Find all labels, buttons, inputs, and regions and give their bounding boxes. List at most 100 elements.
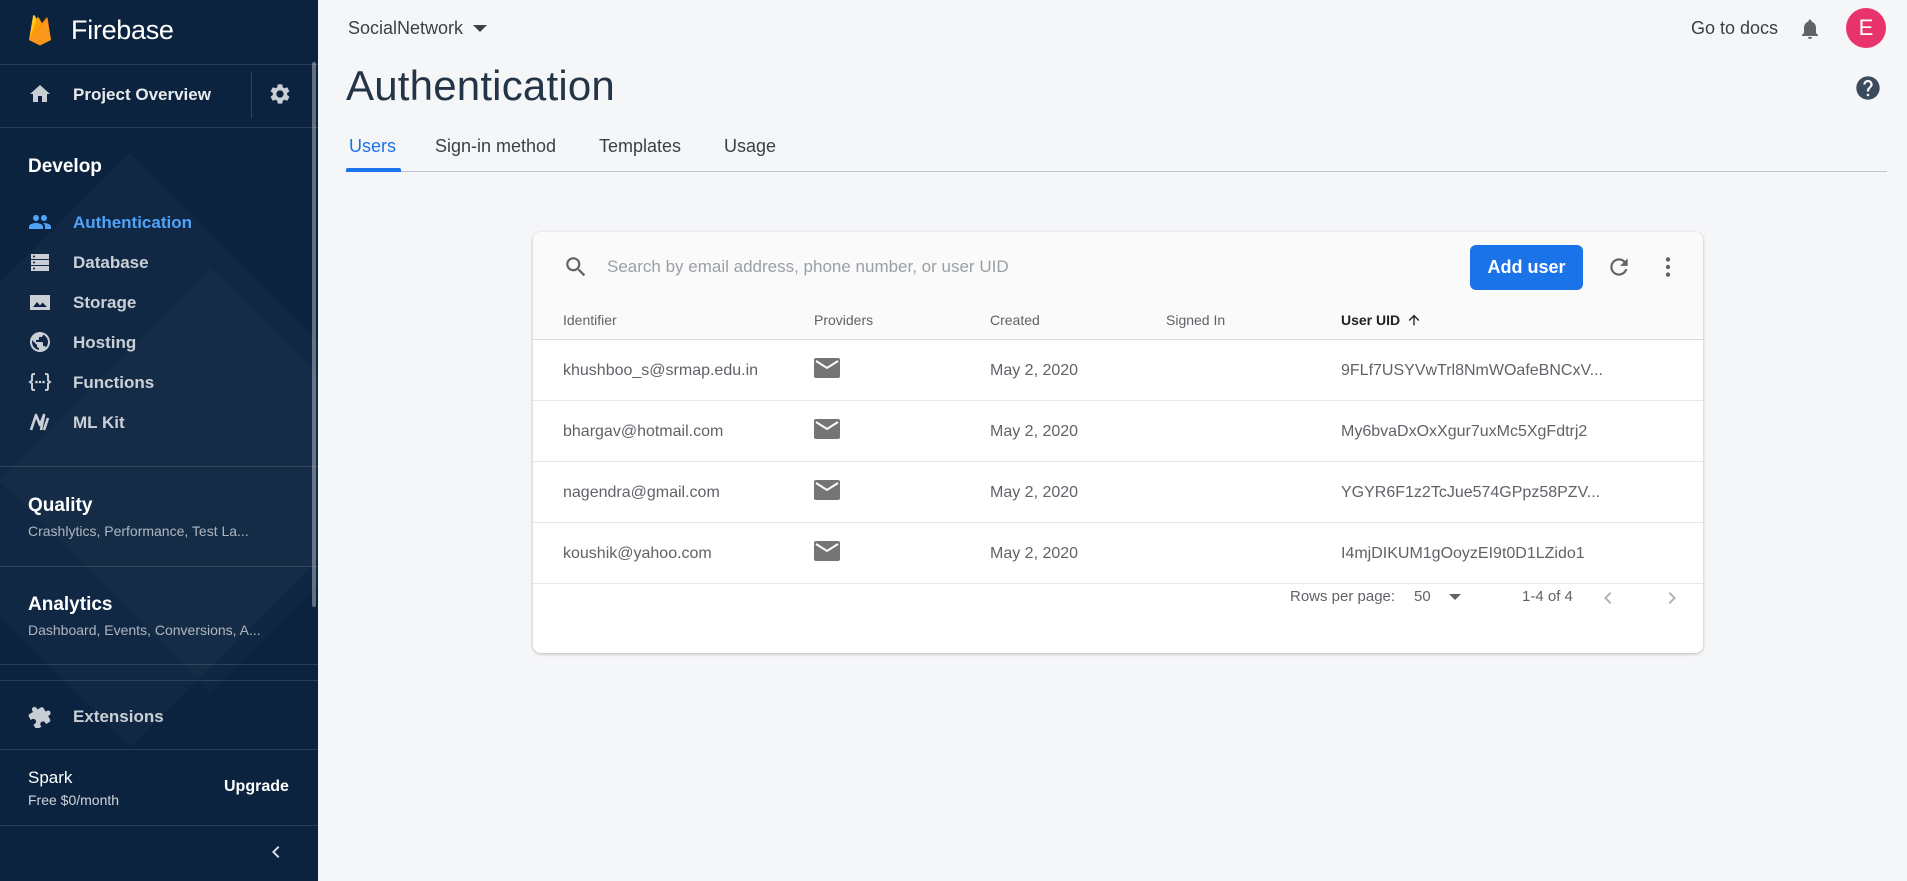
column-header-user-uid[interactable]: User UID — [1341, 312, 1422, 328]
upgrade-button[interactable]: Upgrade — [224, 778, 289, 796]
group-subtitle: Crashlytics, Performance, Test La... — [28, 523, 249, 539]
sidebar-item-functions[interactable]: Functions — [0, 362, 318, 402]
email-icon — [814, 358, 840, 378]
cell-identifier: khushboo_s@srmap.edu.in — [563, 362, 759, 379]
email-icon — [814, 480, 840, 500]
group-title: Quality — [28, 495, 93, 516]
divider — [0, 825, 318, 826]
bell-icon[interactable] — [1798, 16, 1822, 42]
tab-templates[interactable]: Templates — [599, 136, 681, 157]
column-header-label: User UID — [1341, 312, 1401, 328]
chevron-down-icon — [473, 25, 488, 32]
divider — [0, 127, 318, 128]
divider — [0, 664, 318, 665]
divider — [0, 680, 318, 681]
arrow-up-icon — [1408, 314, 1420, 326]
page-title: Authentication — [346, 62, 615, 109]
cell-identifier: koushik@yahoo.com — [563, 545, 712, 562]
sidebar-group-analytics[interactable]: Analytics Dashboard, Events, Conversions… — [0, 594, 318, 674]
add-user-button[interactable]: Add user — [1470, 245, 1583, 290]
table-row[interactable]: nagendra@gmail.com May 2, 2020 YGYR6F1z2… — [533, 462, 1703, 523]
chevron-right-icon[interactable] — [1660, 586, 1684, 610]
search-icon — [566, 257, 586, 277]
table-row[interactable]: khushboo_s@srmap.edu.in May 2, 2020 9FLf… — [533, 340, 1703, 401]
home-icon — [30, 85, 50, 102]
cell-identifier: nagendra@gmail.com — [563, 484, 720, 501]
sidebar-item-label: Database — [73, 253, 149, 272]
sidebar-item-extensions[interactable]: Extensions — [0, 696, 318, 736]
cell-created: May 2, 2020 — [990, 423, 1079, 440]
plan-name: Spark — [28, 768, 73, 787]
email-icon — [814, 419, 840, 439]
divider — [0, 566, 318, 567]
firebase-logo[interactable]: Firebase — [28, 10, 174, 50]
refresh-icon[interactable] — [1606, 254, 1632, 280]
page-range: 1-4 of 4 — [1522, 588, 1573, 605]
sidebar: Firebase Project Overview Develop Authen… — [0, 0, 318, 881]
divider — [0, 466, 318, 467]
column-header-providers: Providers — [814, 312, 874, 328]
sidebar-item-label: Extensions — [73, 707, 164, 726]
ml-kit-icon — [29, 413, 50, 431]
divider — [0, 64, 318, 65]
cell-created: May 2, 2020 — [990, 545, 1079, 562]
sidebar-item-label: Storage — [73, 293, 137, 312]
globe-icon — [30, 332, 50, 352]
image-icon — [30, 295, 50, 310]
project-selector[interactable]: SocialNetwork — [348, 18, 488, 39]
project-overview-label: Project Overview — [73, 85, 211, 104]
brand-name: Firebase — [71, 14, 174, 45]
sidebar-item-storage[interactable]: Storage — [0, 282, 318, 322]
cell-identifier: bhargav@hotmail.com — [563, 423, 724, 440]
plan-price: Free $0/month — [28, 792, 120, 808]
divider — [251, 72, 252, 118]
firebase-flame-icon — [29, 15, 51, 46]
billing-plan: Spark Free $0/month Upgrade — [0, 750, 318, 825]
tab-sign-in-method[interactable]: Sign-in method — [435, 136, 556, 157]
group-title: Analytics — [28, 594, 113, 615]
sidebar-item-label: Hosting — [73, 333, 137, 352]
chevron-left-icon[interactable] — [1596, 586, 1620, 610]
users-card: Add user Identifier Providers Created Si… — [533, 232, 1703, 653]
cell-created: May 2, 2020 — [990, 362, 1079, 379]
search-input[interactable] — [607, 252, 1207, 282]
group-subtitle: Dashboard, Events, Conversions, A... — [28, 622, 261, 638]
develop-section-title: Develop — [28, 156, 102, 177]
chevron-down-icon — [1448, 593, 1461, 600]
table-row[interactable]: koushik@yahoo.com May 2, 2020 I4mjDIKUM1… — [533, 523, 1703, 584]
people-icon — [29, 215, 51, 229]
cell-user-uid: 9FLf7USYVwTrl8NmWOafeBNCxV... — [1341, 362, 1603, 379]
gear-icon[interactable] — [268, 82, 292, 106]
cell-user-uid: YGYR6F1z2TcJue574GPpz58PZV... — [1341, 484, 1601, 501]
rows-per-page-label: Rows per page: — [1290, 588, 1396, 605]
column-header-signed-in[interactable]: Signed In — [1166, 312, 1225, 328]
puzzle-icon — [28, 706, 51, 728]
sidebar-group-quality[interactable]: Quality Crashlytics, Performance, Test L… — [0, 495, 318, 575]
sidebar-item-ml-kit[interactable]: ML Kit — [0, 402, 318, 442]
tab-divider — [346, 171, 1887, 172]
cell-created: May 2, 2020 — [990, 484, 1079, 501]
column-header-identifier[interactable]: Identifier — [563, 312, 617, 328]
functions-icon — [28, 373, 52, 391]
more-vert-icon[interactable] — [1655, 254, 1681, 280]
help-icon[interactable] — [1854, 74, 1882, 102]
go-to-docs-link[interactable]: Go to docs — [1691, 18, 1778, 39]
rows-per-page-select[interactable]: 50 — [1414, 588, 1461, 605]
sidebar-item-label: Authentication — [73, 213, 192, 232]
tab-usage[interactable]: Usage — [724, 136, 776, 157]
project-overview-link[interactable]: Project Overview — [0, 66, 318, 124]
sidebar-item-database[interactable]: Database — [0, 242, 318, 282]
column-header-created[interactable]: Created — [990, 312, 1040, 328]
collapse-sidebar-icon[interactable] — [264, 840, 288, 864]
avatar[interactable]: E — [1846, 8, 1886, 48]
cell-user-uid: My6bvaDxOxXgur7uxMc5XgFdtrj2 — [1341, 423, 1588, 440]
sidebar-item-hosting[interactable]: Hosting — [0, 322, 318, 362]
table-row[interactable]: bhargav@hotmail.com May 2, 2020 My6bvaDx… — [533, 401, 1703, 462]
sidebar-item-label: ML Kit — [73, 413, 125, 432]
pagination: Rows per page: 50 1-4 of 4 — [533, 586, 1703, 616]
rows-per-page-value: 50 — [1414, 588, 1431, 605]
email-icon — [814, 541, 840, 561]
project-name: SocialNetwork — [348, 18, 464, 38]
tab-users[interactable]: Users — [349, 136, 396, 157]
sidebar-item-authentication[interactable]: Authentication — [0, 202, 318, 242]
